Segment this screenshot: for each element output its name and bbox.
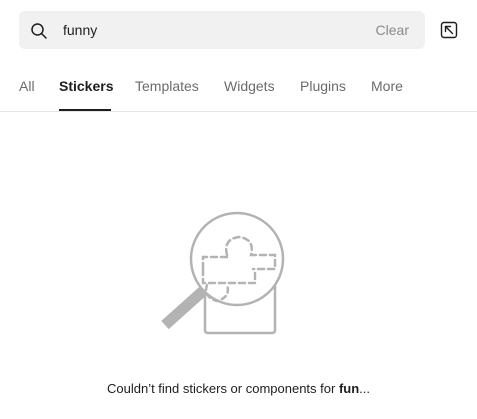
collapse-panel-icon[interactable] (440, 21, 458, 39)
search-bar[interactable]: Clear (19, 11, 425, 49)
empty-message-query: fun (338, 381, 360, 396)
search-icon (31, 23, 47, 39)
tab-widgets[interactable]: Widgets (224, 78, 275, 94)
clear-button[interactable]: Clear (376, 22, 409, 38)
tab-plugins[interactable]: Plugins (300, 78, 346, 94)
empty-message-prefix: Couldn’t find stickers or components for (107, 381, 339, 396)
empty-state-message: Couldn’t find stickers or components for… (0, 381, 477, 397)
tab-all[interactable]: All (19, 78, 35, 94)
search-input[interactable] (63, 11, 363, 49)
active-tab-indicator (59, 109, 111, 111)
magnifier-puzzle-illustration (161, 211, 285, 335)
tab-templates[interactable]: Templates (135, 78, 199, 94)
category-tabs: All Stickers Templates Widgets Plugins M… (0, 62, 477, 112)
empty-message-suffix: ... (359, 381, 370, 396)
tab-more[interactable]: More (371, 78, 403, 94)
tab-stickers[interactable]: Stickers (59, 78, 113, 94)
